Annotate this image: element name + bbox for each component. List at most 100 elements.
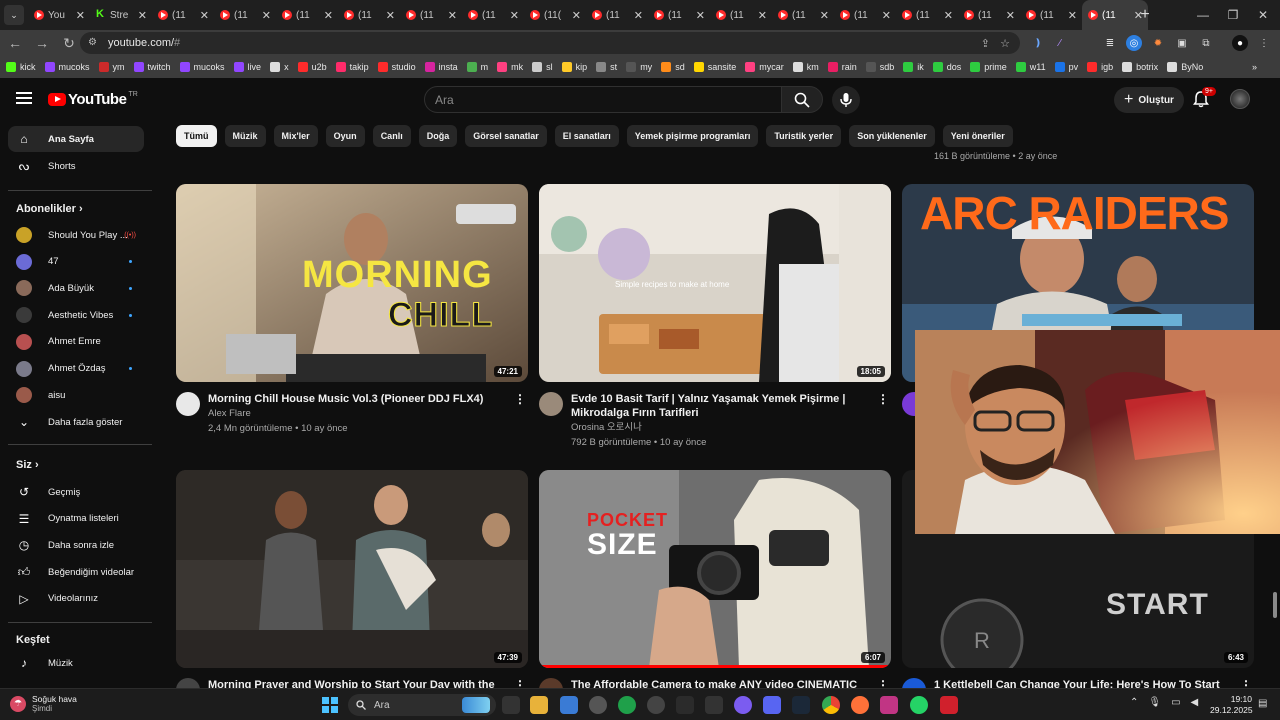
tab-close-icon[interactable]: ✕ xyxy=(386,9,395,22)
filter-chip[interactable]: Doğa xyxy=(418,125,458,147)
bookmark-item[interactable]: st xyxy=(596,62,617,72)
extension-circle-icon[interactable]: ◎ xyxy=(1126,35,1142,51)
video-card[interactable]: POCKET SIZE 6:07 The Affordable Camera to m… xyxy=(539,470,891,688)
browser-tab[interactable]: (11 ✕ xyxy=(338,0,400,30)
channel-name[interactable]: Orosina 오로시나 xyxy=(571,420,642,435)
steam-icon[interactable] xyxy=(792,696,810,714)
tab-close-icon[interactable]: ✕ xyxy=(324,9,333,22)
bookmark-item[interactable]: sl xyxy=(532,62,553,72)
browser-tab[interactable]: (11 ✕ xyxy=(834,0,896,30)
bookmark-item[interactable]: mk xyxy=(497,62,523,72)
bookmark-item[interactable]: sdb xyxy=(865,62,894,72)
bookmark-item[interactable]: sd xyxy=(661,62,685,72)
filter-chip[interactable]: Oyun xyxy=(325,125,365,147)
channel-avatar[interactable] xyxy=(902,678,926,688)
bookmark-item[interactable]: mucoks xyxy=(44,62,90,72)
sidebar-item-watch-later[interactable]: ◷ Daha sonra izle xyxy=(8,532,144,558)
sidebar-item-your-videos[interactable]: ▷ Videolarınız xyxy=(8,586,144,612)
discord-icon[interactable] xyxy=(763,696,781,714)
bookmark-item[interactable]: botrix xyxy=(1122,62,1158,72)
browser-tab[interactable]: (11(✕ xyxy=(524,0,586,30)
tab-close-icon[interactable]: ✕ xyxy=(448,9,457,22)
bookmark-item[interactable]: kick xyxy=(6,62,36,72)
reload-icon[interactable]: ↻ xyxy=(57,31,81,55)
subscriptions-heading[interactable]: Abonelikler › xyxy=(16,203,83,215)
browser-tab[interactable]: (11 ✕ xyxy=(896,0,958,30)
tab-close-icon[interactable]: ✕ xyxy=(1068,9,1077,22)
video-title[interactable]: Morning Chill House Music Vol.3 (Pioneer… xyxy=(208,392,508,406)
scrollbar-thumb[interactable] xyxy=(1273,592,1277,618)
video-card[interactable]: MORNING CHILL 47:21 Morning Chill House Mus… xyxy=(176,184,528,434)
bookmark-item[interactable]: ik xyxy=(903,62,924,72)
file-explorer-icon[interactable] xyxy=(530,696,548,714)
bookmark-item[interactable]: sansite xyxy=(693,62,736,72)
taskbar-clock[interactable]: 19:10 29.12.2025 xyxy=(1210,694,1253,716)
video-thumbnail[interactable]: 47:39 xyxy=(176,470,528,668)
account-avatar[interactable] xyxy=(1230,89,1250,109)
windows-start-icon[interactable] xyxy=(322,697,338,713)
headset-app-icon[interactable] xyxy=(618,696,636,714)
search-button[interactable] xyxy=(781,86,823,113)
bookmark-item[interactable]: takip xyxy=(335,62,369,72)
bookmark-item[interactable]: my xyxy=(626,62,652,72)
browser-menu-icon[interactable]: ⋮ xyxy=(1256,35,1272,51)
video-title[interactable]: Evde 10 Basit Tarif | Yalnız Yaşamak Yem… xyxy=(571,392,871,420)
sidebar-item-playlists[interactable]: ☰ Oynatma listeleri xyxy=(8,506,144,532)
tab-close-icon[interactable]: ✕ xyxy=(572,9,581,22)
subscription-item[interactable]: Ahmet Emre xyxy=(8,329,144,355)
site-info-icon[interactable]: ⚙ xyxy=(88,37,102,49)
browser-tab[interactable]: (11 ✕ xyxy=(648,0,710,30)
tray-mic-icon[interactable]: 🎙 xyxy=(1148,697,1161,708)
sidebar-item-like[interactable]: 👍︎ Beğendiğim videolar xyxy=(8,559,144,585)
browser-tab[interactable]: (11 ✕ xyxy=(586,0,648,30)
extension-gear-icon[interactable]: ✹ xyxy=(1150,35,1166,51)
minimize-icon[interactable]: — xyxy=(1188,4,1218,26)
weather-widget[interactable]: ☂ Soğuk hava Şimdi xyxy=(10,694,77,713)
tab-close-icon[interactable]: ✕ xyxy=(820,9,829,22)
subscription-item[interactable]: 47 xyxy=(8,249,144,275)
browser-tab[interactable]: (11 ✕ xyxy=(276,0,338,30)
bookmark-star-icon[interactable]: ☆ xyxy=(1000,37,1010,50)
subscription-item[interactable]: Should You Play ... ((•)) xyxy=(8,222,144,248)
video-card[interactable]: Simple recipes to make at home 18:05 Evde … xyxy=(539,184,891,448)
tab-close-icon[interactable]: ✕ xyxy=(262,9,271,22)
filter-chip[interactable]: Turistik yerler xyxy=(766,125,842,147)
subscription-item[interactable]: Ahmet Özdaş xyxy=(8,356,144,382)
store-icon[interactable] xyxy=(560,696,578,714)
show-more-button[interactable]: ⌄ Daha fazla göster xyxy=(8,409,144,435)
firefox-icon[interactable] xyxy=(851,696,869,714)
video-title[interactable]: The Affordable Camera to make ANY video … xyxy=(571,678,871,688)
bookmark-item[interactable]: twitch xyxy=(133,62,171,72)
address-bar[interactable]: ⚙ youtube.com/# ⇪ ☆ xyxy=(80,32,1020,54)
filter-chip[interactable]: El sanatları xyxy=(554,125,619,147)
tray-chevron-icon[interactable]: ⌃ xyxy=(1130,697,1138,708)
profile-icon[interactable]: ● xyxy=(1232,35,1248,51)
app-icon-7[interactable] xyxy=(676,696,694,714)
bookmark-item[interactable]: rain xyxy=(827,62,857,72)
bookmark-item[interactable]: u2b xyxy=(297,62,327,72)
app-icon-8[interactable] xyxy=(705,696,723,714)
chrome-icon[interactable] xyxy=(822,696,840,714)
browser-tab[interactable]: You ✕ xyxy=(28,0,90,30)
filter-chip[interactable]: Tümü xyxy=(176,125,217,147)
bookmark-item[interactable]: w11 xyxy=(1015,62,1046,72)
task-view-icon[interactable] xyxy=(502,696,520,714)
extensions-puzzle-icon[interactable]: ⧉ xyxy=(1198,35,1214,51)
filter-chip[interactable]: Yemek pişirme programları xyxy=(626,125,759,147)
filter-chip[interactable]: Son yüklenenler xyxy=(849,125,935,147)
video-thumbnail[interactable]: Simple recipes to make at home 18:05 xyxy=(539,184,891,382)
subscription-item[interactable]: Ada Büyük xyxy=(8,275,144,301)
bookmark-item[interactable]: igb xyxy=(1087,62,1113,72)
browser-tab[interactable]: (11 ✕ xyxy=(1020,0,1082,30)
video-title[interactable]: 1 Kettlebell Can Change Your Life: Here'… xyxy=(934,678,1234,688)
tab-close-icon[interactable]: ✕ xyxy=(944,9,953,22)
bookmark-item[interactable]: pv xyxy=(1054,62,1078,72)
tab-close-icon[interactable]: ✕ xyxy=(138,9,147,22)
sidebar-item-home[interactable]: ⌂ Ana Sayfa xyxy=(8,126,144,152)
tab-close-icon[interactable]: ✕ xyxy=(76,9,85,22)
bookmark-item[interactable]: ByNo xyxy=(1167,62,1203,72)
subscription-item[interactable]: Aesthetic Vibes xyxy=(8,302,144,328)
bookmark-item[interactable]: km xyxy=(792,62,819,72)
voice-search-button[interactable] xyxy=(832,86,860,114)
tab-close-icon[interactable]: ✕ xyxy=(1006,9,1015,22)
